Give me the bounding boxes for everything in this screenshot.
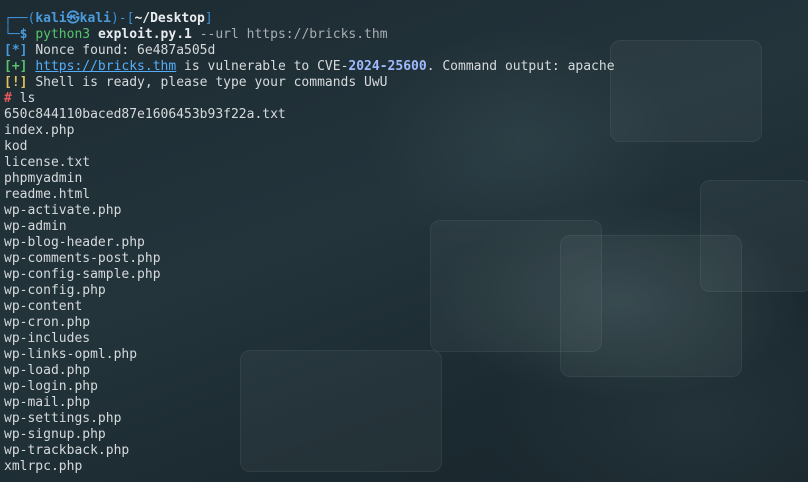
- file-list-item: 650c844110baced87e1606453b93f22a.txt: [4, 107, 286, 122]
- file-list-item: wp-config-sample.php: [4, 267, 161, 282]
- prompt-end: ]: [204, 11, 213, 26]
- prompt-corner-top: ┌──(: [4, 11, 36, 26]
- info-tag: [*]: [4, 43, 28, 58]
- file-list-item: phpmyadmin: [4, 171, 83, 186]
- shell-prompt: #: [4, 91, 12, 106]
- command-flag: --url: [199, 27, 239, 42]
- file-list-item: wp-admin: [4, 219, 67, 234]
- terminal-output[interactable]: ┌──(kali㉿kali)-[~/Desktop] └─$ python3 e…: [4, 11, 804, 475]
- file-list-item: license.txt: [4, 155, 91, 170]
- file-list-item: wp-includes: [4, 331, 91, 346]
- file-list: 650c844110baced87e1606453b93f22a.txt ind…: [4, 107, 804, 475]
- file-list-item: wp-login.php: [4, 379, 98, 394]
- nonce-line: [*] Nonce found: 6e487a505d: [4, 43, 804, 59]
- file-list-item: wp-load.php: [4, 363, 91, 378]
- prompt-at-symbol: ㉿: [66, 11, 80, 26]
- file-list-item: readme.html: [4, 187, 91, 202]
- vuln-text-2: . Command output: apache: [426, 59, 615, 74]
- file-list-item: wp-cron.php: [4, 315, 91, 330]
- prompt-user: kali: [35, 11, 67, 26]
- file-list-item: kod: [4, 139, 28, 154]
- prompt-dollar: $: [19, 27, 28, 42]
- success-tag: [+]: [4, 59, 28, 74]
- vuln-text-1: is vulnerable to CVE-: [184, 59, 349, 74]
- file-list-item: index.php: [4, 123, 75, 138]
- terminal-window[interactable]: ┌──(kali㉿kali)-[~/Desktop] └─$ python3 e…: [0, 0, 808, 482]
- file-list-item: wp-activate.php: [4, 203, 122, 218]
- vulnerable-line: [+] https://bricks.thm is vulnerable to …: [4, 59, 804, 75]
- prompt-host: kali: [79, 11, 111, 26]
- prompt-mid: )-[: [110, 11, 135, 26]
- file-list-item: xmlrpc.php: [4, 459, 83, 474]
- vuln-cve: 2024-25600: [348, 59, 427, 74]
- file-list-item: wp-trackback.php: [4, 443, 130, 458]
- nonce-text: Nonce found: 6e487a505d: [35, 43, 216, 58]
- prompt-header-line: ┌──(kali㉿kali)-[~/Desktop]: [4, 11, 804, 27]
- command-program: python3: [35, 27, 91, 42]
- file-list-item: wp-config.php: [4, 283, 106, 298]
- file-list-item: wp-links-opml.php: [4, 347, 138, 362]
- prompt-corner-bottom: └─: [4, 27, 20, 42]
- shell-ready-text: Shell is ready, please type your command…: [35, 75, 388, 90]
- shell-ready-line: [!] Shell is ready, please type your com…: [4, 75, 804, 91]
- file-list-item: wp-mail.php: [4, 395, 91, 410]
- command-script: exploit.py.1: [97, 27, 192, 42]
- file-list-item: wp-blog-header.php: [4, 235, 145, 250]
- vuln-url-link[interactable]: https://bricks.thm: [35, 59, 176, 74]
- file-list-item: wp-content: [4, 299, 83, 314]
- command-line[interactable]: └─$ python3 exploit.py.1 --url https://b…: [4, 27, 804, 43]
- file-list-item: wp-settings.php: [4, 411, 122, 426]
- file-list-item: wp-signup.php: [4, 427, 106, 442]
- shell-command-line[interactable]: # ls: [4, 91, 804, 107]
- shell-command: ls: [19, 91, 36, 106]
- prompt-path: ~/Desktop: [134, 11, 205, 26]
- command-arg: https://bricks.thm: [246, 27, 388, 42]
- warn-tag: [!]: [4, 75, 28, 90]
- file-list-item: wp-comments-post.php: [4, 251, 161, 266]
